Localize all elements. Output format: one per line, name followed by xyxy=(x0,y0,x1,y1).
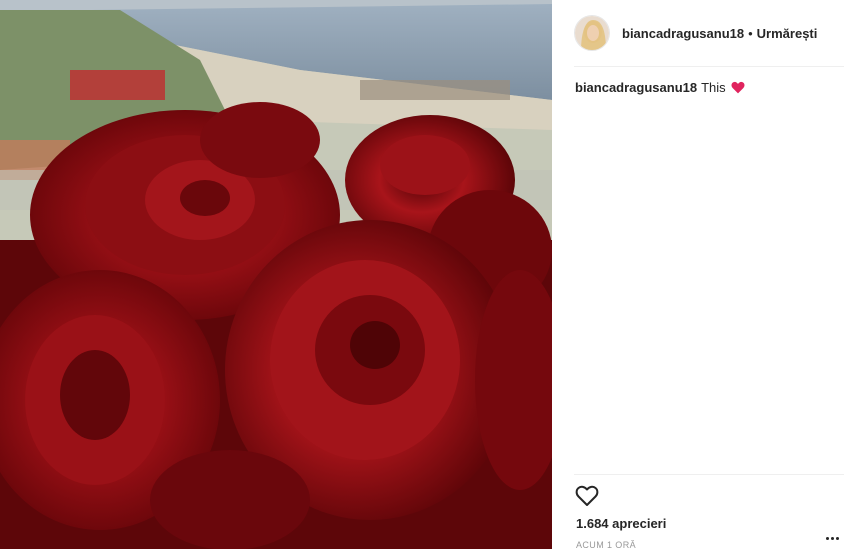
more-dot xyxy=(836,537,839,540)
likes-count[interactable]: 1.684 aprecieri xyxy=(576,516,666,531)
avatar-image xyxy=(575,16,609,50)
more-dot xyxy=(831,537,834,540)
red-heart-icon xyxy=(731,81,745,94)
heart-outline-icon[interactable] xyxy=(575,485,599,507)
post-header: biancadragusanu18 • Urmărești xyxy=(574,0,844,67)
post-caption: biancadragusanu18 This xyxy=(575,80,745,95)
header-text: biancadragusanu18 • Urmărești xyxy=(622,26,817,41)
post-details-panel: biancadragusanu18 • Urmărești biancadrag… xyxy=(553,0,860,550)
post-actions: 1.684 aprecieri ACUM 1 ORĂ xyxy=(574,474,844,550)
post-photo[interactable] xyxy=(0,0,552,549)
caption-username-link[interactable]: biancadragusanu18 xyxy=(575,80,697,95)
separator-dot: • xyxy=(748,25,753,41)
username-link[interactable]: biancadragusanu18 xyxy=(622,26,744,41)
more-options-icon[interactable] xyxy=(826,527,842,540)
roses-image xyxy=(0,0,552,549)
caption-text: This xyxy=(701,80,726,95)
more-dot xyxy=(826,537,829,540)
avatar[interactable] xyxy=(574,15,610,51)
following-button[interactable]: Urmărești xyxy=(757,26,818,41)
